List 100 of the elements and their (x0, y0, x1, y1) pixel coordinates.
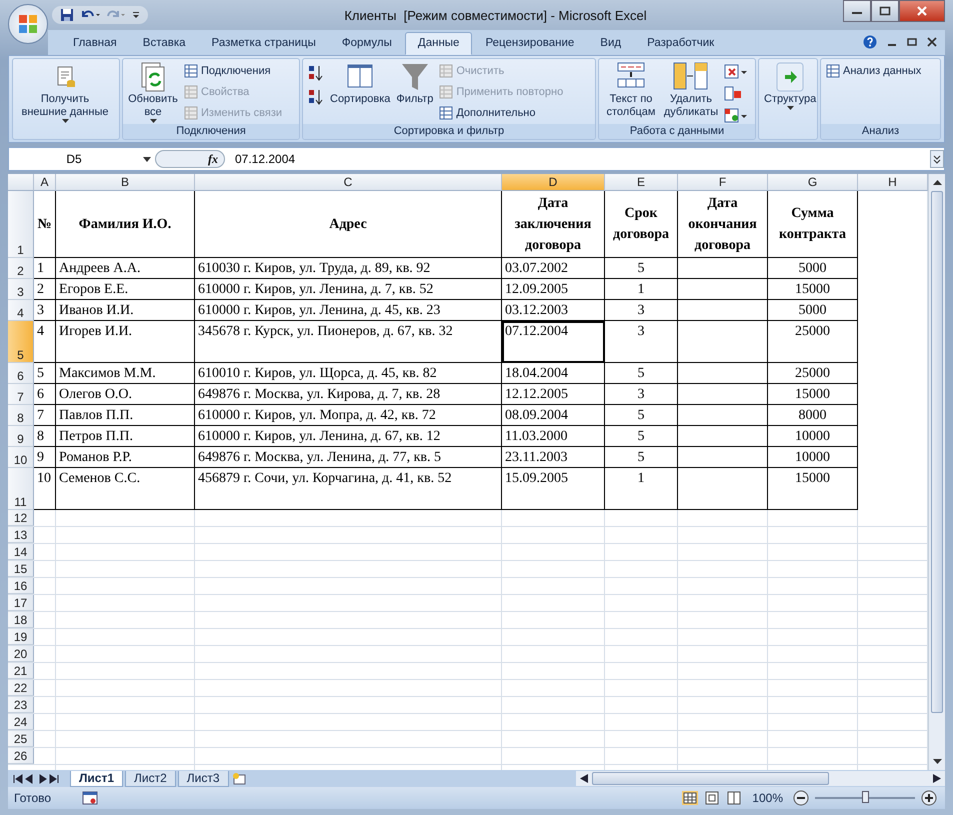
page-break-icon[interactable] (726, 791, 742, 805)
what-if-icon[interactable] (724, 108, 748, 124)
vertical-scrollbar[interactable] (928, 174, 945, 770)
row-header[interactable]: 4 (8, 300, 34, 321)
row-header[interactable]: 12 (8, 510, 34, 526)
table-cell: 10 (34, 468, 56, 510)
ribbon-button[interactable]: Фильтр (393, 60, 436, 126)
ribbon-tab[interactable]: Главная (60, 32, 130, 55)
table-cell: Максимов М.М. (56, 363, 195, 384)
row-header[interactable]: 13 (8, 527, 34, 543)
table-cell: 10000 (768, 426, 858, 447)
ribbon-button[interactable]: Анализ данных (823, 60, 924, 81)
column-header[interactable]: G (768, 174, 858, 191)
row-header[interactable]: 21 (8, 663, 34, 679)
row-header[interactable]: 1 (8, 191, 34, 258)
row-header[interactable]: 22 (8, 680, 34, 696)
grid-icon (826, 64, 840, 78)
horizontal-scrollbar[interactable] (576, 771, 945, 786)
formula-input[interactable]: 07.12.2004 (229, 152, 926, 166)
scroll-thumb[interactable] (931, 191, 943, 713)
ribbon-button[interactable]: Дополнительно (436, 102, 566, 123)
row-header[interactable]: 26 (8, 748, 34, 764)
scroll-right-icon[interactable] (933, 774, 941, 783)
row-header[interactable]: 6 (8, 363, 34, 384)
row-header[interactable]: 18 (8, 612, 34, 628)
column-heading: Адрес (195, 191, 502, 258)
table-cell: 1 (605, 279, 678, 300)
zoom-level[interactable]: 100% (752, 791, 783, 805)
column-heading: Дата заключения договора (502, 191, 605, 258)
column-header[interactable]: C (195, 174, 502, 191)
row-header[interactable]: 24 (8, 714, 34, 730)
table-cell: 5 (605, 405, 678, 426)
ribbon-tab[interactable]: Вставка (130, 32, 199, 55)
ribbon-tab[interactable]: Разработчик (634, 32, 728, 55)
expand-icon[interactable] (930, 150, 944, 168)
row-header[interactable]: 20 (8, 646, 34, 662)
table-cell: Игорев И.И. (56, 321, 195, 363)
sheet-tab[interactable]: Лист1 (70, 770, 124, 786)
row-header[interactable]: 11 (8, 468, 34, 510)
page-layout-icon[interactable] (704, 791, 720, 805)
macro-record-icon[interactable] (82, 791, 98, 805)
help-icon[interactable] (863, 35, 877, 49)
scroll-left-icon[interactable] (580, 774, 588, 783)
row-header[interactable]: 2 (8, 258, 34, 279)
ribbon-button[interactable]: Подключения (181, 60, 286, 81)
table-cell: 23.11.2003 (502, 447, 605, 468)
ribbon-tab[interactable]: Вид (587, 32, 634, 55)
row-header[interactable]: 5 (8, 321, 34, 363)
row-header[interactable]: 16 (8, 578, 34, 594)
table-cell: 8 (34, 426, 56, 447)
restore-icon[interactable] (907, 37, 917, 47)
table-cell: 18.04.2004 (502, 363, 605, 384)
row-header[interactable]: 7 (8, 384, 34, 405)
ribbon-tab[interactable]: Разметка страницы (198, 32, 329, 55)
table-cell: 610010 г. Киров, ул. Щорса, д. 45, кв. 82 (195, 363, 502, 384)
row-header[interactable]: 17 (8, 595, 34, 611)
row-header[interactable]: 25 (8, 731, 34, 747)
scroll-down-icon[interactable] (932, 759, 942, 764)
ribbon-tab[interactable]: Данные (404, 32, 472, 55)
column-header[interactable]: A (34, 174, 56, 191)
maximize-icon[interactable] (879, 6, 891, 16)
normal-view-icon[interactable] (682, 791, 698, 805)
table-cell: 03.12.2003 (502, 300, 605, 321)
zoom-in-icon[interactable] (921, 790, 937, 806)
column-header[interactable]: B (56, 174, 195, 191)
sort-descending-icon[interactable] (308, 88, 324, 106)
save-icon[interactable] (60, 8, 74, 22)
scroll-thumb[interactable] (592, 772, 829, 785)
close-icon[interactable] (927, 37, 937, 47)
row-header[interactable]: 3 (8, 279, 34, 300)
sheet-tab[interactable]: Лист2 (125, 770, 176, 786)
column-header[interactable]: D (502, 174, 605, 191)
row-header[interactable]: 23 (8, 697, 34, 713)
data-validation-icon[interactable] (724, 64, 748, 80)
row-header[interactable]: 9 (8, 426, 34, 447)
name-box[interactable]: D5 (9, 152, 139, 166)
row-header[interactable]: 10 (8, 447, 34, 468)
ribbon-button[interactable]: Получить внешние данные (15, 60, 115, 126)
zoom-out-icon[interactable] (793, 790, 809, 806)
zoom-slider-thumb[interactable] (862, 791, 869, 803)
row-header[interactable]: 14 (8, 544, 34, 560)
row-header[interactable]: 15 (8, 561, 34, 577)
customize-toolbar-icon[interactable] (132, 10, 140, 20)
dropdown-arrow-icon[interactable] (143, 156, 151, 162)
table-cell: Егоров Е.Е. (56, 279, 195, 300)
column-header[interactable]: F (678, 174, 768, 191)
sheet-tab[interactable]: Лист3 (178, 770, 229, 786)
column-header[interactable]: H (858, 174, 928, 191)
sort-ascending-icon[interactable] (308, 64, 324, 82)
scroll-up-icon[interactable] (932, 180, 942, 185)
ribbon-tab[interactable]: Рецензирование (472, 32, 588, 55)
consolidate-icon[interactable] (724, 86, 742, 102)
row-header[interactable]: 8 (8, 405, 34, 426)
insert-function-button[interactable]: fx (208, 152, 218, 166)
office-button[interactable] (8, 4, 48, 44)
ribbon-button[interactable]: Текст по столбцам (601, 60, 661, 126)
column-header[interactable]: E (605, 174, 678, 191)
ribbon-tab[interactable]: Формулы (328, 32, 405, 55)
row-header[interactable]: 19 (8, 629, 34, 645)
ribbon-button[interactable]: Структура (761, 60, 817, 126)
